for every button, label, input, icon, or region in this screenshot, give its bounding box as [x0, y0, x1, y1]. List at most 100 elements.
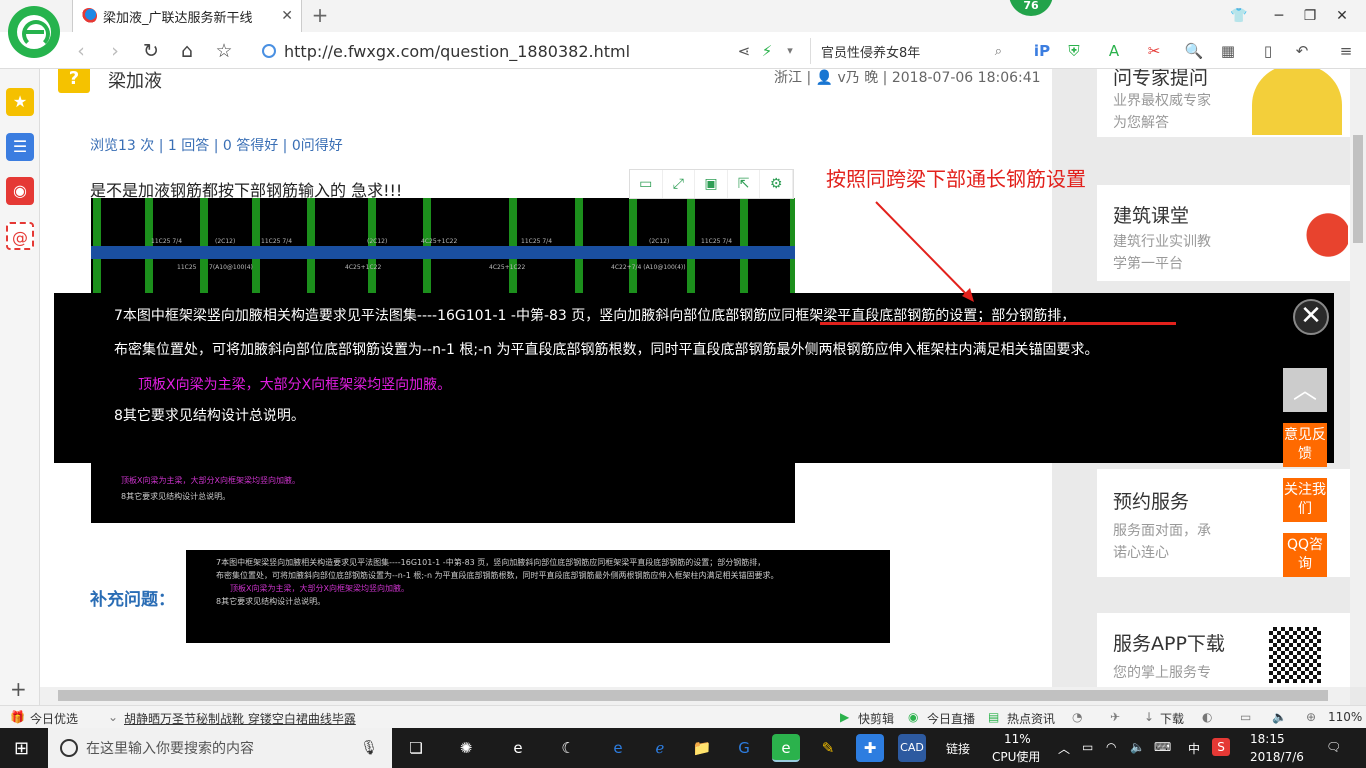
- image-lightbox[interactable]: 7本图中框架梁竖向加腋相关构造要求见平法图集----16G101-1 -中第-8…: [54, 293, 1334, 463]
- pinwheel-icon[interactable]: ✺: [452, 734, 480, 762]
- pin-icon[interactable]: ✈: [1110, 710, 1120, 724]
- input-language[interactable]: 中: [1188, 740, 1200, 757]
- tray-expand-icon[interactable]: ︿: [1058, 740, 1070, 757]
- forward-icon[interactable]: ›: [102, 38, 128, 64]
- clock-time[interactable]: 18:15: [1250, 732, 1285, 746]
- save-icon[interactable]: ▣: [695, 170, 728, 198]
- battery-icon[interactable]: ▭: [1082, 740, 1093, 754]
- sogou-input-icon[interactable]: S: [1212, 738, 1230, 756]
- scissors-icon[interactable]: ✂: [1144, 40, 1164, 62]
- clean-icon[interactable]: ◐: [1202, 710, 1212, 724]
- menu-icon[interactable]: ≡: [1336, 40, 1356, 62]
- window-icon[interactable]: ▭: [1240, 710, 1251, 724]
- undo-icon[interactable]: ↶: [1292, 40, 1312, 62]
- card-sub: 学第一平台: [1113, 256, 1183, 272]
- cad-app-icon[interactable]: CAD: [898, 734, 926, 762]
- expert-mascot-icon: [1252, 69, 1342, 135]
- glodon-app-icon[interactable]: G: [730, 734, 758, 762]
- cad-label: (2C12): [649, 238, 670, 245]
- browser-logo-icon[interactable]: [8, 6, 60, 58]
- back-icon[interactable]: ‹: [68, 38, 94, 64]
- ie-alt-icon[interactable]: ℯ: [646, 734, 674, 762]
- chevron-down-icon[interactable]: ▾: [780, 40, 800, 62]
- address-bar[interactable]: http://e.fwxgx.com/question_1880382.html: [262, 39, 732, 63]
- hot-news-link[interactable]: 热点资讯: [1007, 710, 1055, 727]
- fullscreen-icon[interactable]: ⤢: [663, 170, 696, 198]
- task-view-icon[interactable]: ❏: [402, 734, 430, 762]
- back-to-top-button[interactable]: ︿: [1283, 368, 1327, 412]
- horizontal-scroll-thumb[interactable]: [58, 690, 1328, 701]
- status-bar: 🎁 今日优选 ⌄ 胡静晒万圣节秘制战靴 穿镂空白裙曲线毕露 ▶ 快剪辑 ◉ 今日…: [0, 705, 1366, 728]
- clock-date[interactable]: 2018/7/6: [1250, 750, 1304, 764]
- file-explorer-icon[interactable]: 📁: [688, 734, 716, 762]
- minimize-button[interactable]: ─: [1268, 5, 1290, 27]
- settings-gear-icon[interactable]: ⚙: [760, 170, 793, 198]
- search-icon[interactable]: ⌕: [995, 44, 1002, 59]
- keyboard-icon[interactable]: ⌨: [1154, 740, 1171, 754]
- classroom-card[interactable]: 建筑课堂 建筑行业实训教 学第一平台: [1097, 185, 1350, 281]
- wifi-icon[interactable]: ◠: [1106, 740, 1116, 754]
- browser-taskbar-icon[interactable]: e: [772, 734, 800, 762]
- image-toolbar: ▭ ⤢ ▣ ⇱ ⚙: [629, 169, 794, 199]
- search-box[interactable]: 官员性侵养女8年 ⌕: [810, 38, 1010, 64]
- favorite-star-icon[interactable]: ☆: [211, 38, 237, 64]
- translate-icon[interactable]: A: [1104, 40, 1124, 62]
- reader-list-icon[interactable]: ☰: [6, 133, 34, 161]
- browser-tab[interactable]: 梁加液_广联达服务新干线 ✕: [72, 0, 302, 32]
- edge-browser-icon[interactable]: e: [504, 734, 532, 762]
- feedback-button[interactable]: 意见反馈: [1283, 423, 1327, 467]
- swirl-app-icon[interactable]: ☾: [554, 734, 582, 762]
- cad-note-line: 顶板X向梁为主梁，大部分X向框架梁均竖向加腋。: [230, 584, 409, 593]
- email-icon[interactable]: @: [6, 222, 34, 250]
- weibo-icon[interactable]: ◉: [6, 177, 34, 205]
- shield-yen-icon[interactable]: ⛨: [1064, 40, 1084, 62]
- copy-icon[interactable]: ▭: [630, 170, 663, 198]
- lightbox-close-button[interactable]: ✕: [1293, 299, 1329, 335]
- restore-button[interactable]: ❐: [1299, 5, 1321, 27]
- share-icon[interactable]: ⋖: [734, 40, 754, 62]
- close-window-button[interactable]: ✕: [1331, 5, 1353, 27]
- close-tab-icon[interactable]: ✕: [281, 8, 293, 24]
- new-tab-button[interactable]: +: [308, 4, 332, 28]
- quick-cut-link[interactable]: 快剪辑: [858, 710, 894, 727]
- share-out-icon[interactable]: ⇱: [728, 170, 761, 198]
- vertical-scroll-thumb[interactable]: [1353, 135, 1363, 243]
- action-center-icon[interactable]: 🗨: [1326, 740, 1341, 754]
- today-pick-link[interactable]: 今日优选: [30, 710, 78, 727]
- notepad-icon[interactable]: ✎: [814, 734, 842, 762]
- supplement-cad-image[interactable]: 7本图中框架梁竖向加腋相关构造要求见平法图集----16G101-1 -中第-8…: [186, 550, 890, 643]
- apps-grid-icon[interactable]: ▦: [1218, 40, 1238, 62]
- follow-us-button[interactable]: 关注我们: [1283, 478, 1327, 522]
- app-download-card[interactable]: 服务APP下载 您的掌上服务专: [1097, 613, 1350, 687]
- shirt-skin-icon[interactable]: 👕: [1228, 5, 1250, 27]
- download-icon: ↓: [1144, 710, 1155, 724]
- add-sidebar-icon[interactable]: +: [10, 677, 27, 701]
- home-icon[interactable]: ⌂: [174, 38, 200, 64]
- refresh-icon[interactable]: ↻: [138, 38, 164, 64]
- links-toolbar[interactable]: 链接: [946, 740, 970, 757]
- volume-icon[interactable]: 🔈: [1130, 740, 1145, 754]
- live-link[interactable]: 今日直播: [927, 710, 975, 727]
- magnifier-icon[interactable]: 🔍: [1184, 40, 1204, 62]
- expert-card[interactable]: 问专家提问 业界最权威专家 为您解答: [1097, 69, 1350, 137]
- site-favicon-icon: [81, 8, 97, 24]
- ie-browser-icon[interactable]: e: [604, 734, 632, 762]
- plus-app-icon[interactable]: ✚: [856, 734, 884, 762]
- card-sub: 业界最权威专家: [1113, 93, 1211, 109]
- news-ticker-link[interactable]: 胡静晒万圣节秘制战靴 穿镂空白裙曲线毕露: [124, 710, 356, 727]
- chevron-down-icon[interactable]: ⌄: [108, 710, 118, 724]
- microphone-icon[interactable]: 🎙: [360, 740, 378, 756]
- speed-icon[interactable]: ◔: [1072, 710, 1082, 724]
- sound-icon[interactable]: 🔈: [1272, 710, 1287, 724]
- lightbox-line: 布密集位置处，可将加腋斜向部位底部钢筋设置为--n-1 根;-n 为平直段底部钢…: [114, 342, 1099, 358]
- cad-label: 7(A10@100(4): [209, 264, 253, 271]
- phone-icon[interactable]: ▯: [1258, 40, 1278, 62]
- windows-start-icon[interactable]: ⊞: [14, 738, 29, 759]
- qq-consult-button[interactable]: QQ咨询: [1283, 533, 1327, 577]
- taskbar-search[interactable]: 在这里输入你要搜索的内容 🎙: [48, 728, 392, 768]
- ip-extension-icon[interactable]: iP: [1032, 40, 1052, 62]
- bolt-icon[interactable]: ⚡: [757, 40, 777, 62]
- zoom-level[interactable]: 110%: [1328, 710, 1362, 724]
- favorites-star-icon[interactable]: ★: [6, 88, 34, 116]
- download-link[interactable]: 下载: [1160, 710, 1184, 727]
